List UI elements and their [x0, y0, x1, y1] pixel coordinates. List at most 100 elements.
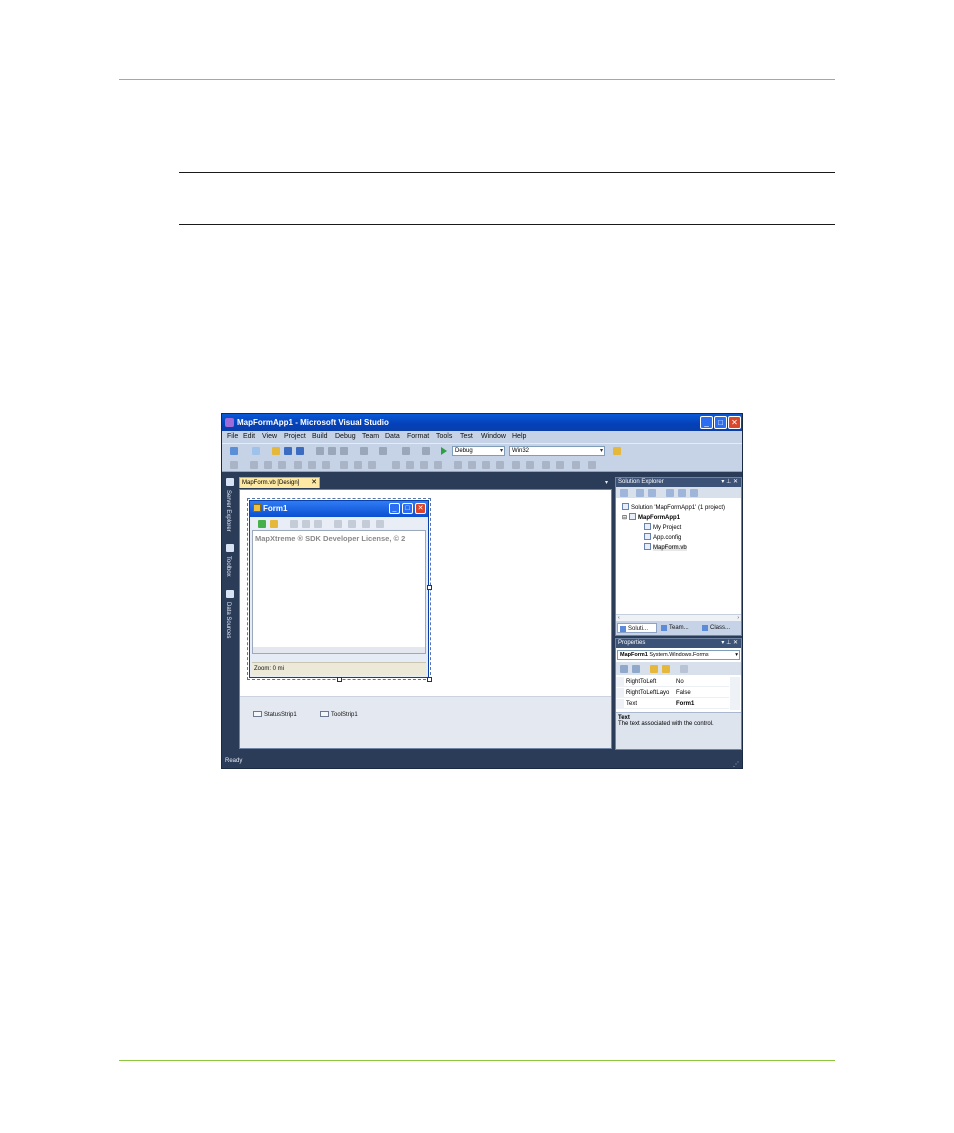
make-same-width-icon[interactable]: [340, 461, 348, 469]
menu-format[interactable]: Format: [407, 433, 429, 440]
zoom-in-icon[interactable]: [290, 520, 298, 528]
bring-to-front-icon[interactable]: [542, 461, 550, 469]
tab-class-view[interactable]: Class...: [700, 623, 740, 633]
solution-config-select[interactable]: Debug ▾: [452, 446, 505, 456]
tree-mapform[interactable]: MapForm.vb: [644, 543, 687, 551]
class-diagram-icon[interactable]: [690, 489, 698, 497]
active-files-dropdown-icon[interactable]: ▾: [605, 479, 608, 486]
view-designer-icon[interactable]: [678, 489, 686, 497]
menu-help[interactable]: Help: [512, 433, 526, 440]
property-value[interactable]: False: [676, 688, 691, 698]
menu-tools[interactable]: Tools: [436, 433, 452, 440]
remove-vspacing-icon[interactable]: [496, 461, 504, 469]
menu-test[interactable]: Test: [460, 433, 473, 440]
vertical-spacing-icon[interactable]: [454, 461, 462, 469]
tab-solution-explorer[interactable]: Soluti...: [617, 623, 657, 633]
center-horizontally-icon[interactable]: [512, 461, 520, 469]
navigate-forward-icon[interactable]: [422, 447, 430, 455]
menu-project[interactable]: Project: [284, 433, 306, 440]
select-arrow-icon[interactable]: [334, 520, 342, 528]
make-same-size-icon[interactable]: [368, 461, 376, 469]
menu-team[interactable]: Team: [362, 433, 379, 440]
remove-spacing-icon[interactable]: [434, 461, 442, 469]
resize-grip-icon[interactable]: ⋰: [733, 759, 739, 768]
menu-data[interactable]: Data: [385, 433, 400, 440]
align-lefts-icon[interactable]: [250, 461, 258, 469]
start-debugging-icon[interactable]: [441, 447, 447, 455]
form1-window[interactable]: Form1 _ □ ✕ MapXtreme ® SDK Developer Li…: [247, 498, 431, 680]
form-designer-surface[interactable]: Form1 _ □ ✕ MapXtreme ® SDK Developer Li…: [239, 489, 612, 749]
form-close-button[interactable]: ✕: [415, 503, 426, 514]
select-radius-icon[interactable]: [348, 520, 356, 528]
tab-team-explorer[interactable]: Team...: [659, 623, 699, 633]
menu-build[interactable]: Build: [312, 433, 328, 440]
decrease-vspacing-icon[interactable]: [482, 461, 490, 469]
undo-icon[interactable]: [360, 447, 368, 455]
select-polygon-icon[interactable]: [362, 520, 370, 528]
redo-icon[interactable]: [379, 447, 387, 455]
decrease-spacing-icon[interactable]: [420, 461, 428, 469]
close-button[interactable]: ✕: [728, 416, 741, 429]
close-tab-icon[interactable]: ✕: [311, 478, 317, 488]
send-to-back-icon[interactable]: [556, 461, 564, 469]
add-layer-icon[interactable]: [258, 520, 266, 528]
tree-app-config[interactable]: App.config: [644, 533, 681, 541]
refresh-icon[interactable]: [648, 489, 656, 497]
property-row[interactable]: RightToLeftLayo False: [616, 688, 729, 698]
categorized-icon[interactable]: [620, 665, 628, 673]
lock-controls-icon[interactable]: [572, 461, 580, 469]
copy-icon[interactable]: [328, 447, 336, 455]
resize-handle-right[interactable]: [427, 585, 432, 590]
alphabetical-icon[interactable]: [632, 665, 640, 673]
layer-control-icon[interactable]: [270, 520, 278, 528]
tray-statusstrip1[interactable]: StatusStrip1: [253, 711, 297, 718]
menu-window[interactable]: Window: [481, 433, 506, 440]
tree-project[interactable]: ⊟ MapFormApp1: [622, 513, 680, 521]
save-all-icon[interactable]: [296, 447, 304, 455]
properties-view-icon[interactable]: [650, 665, 658, 673]
collapse-icon[interactable]: ⊟: [622, 515, 627, 521]
map-control[interactable]: MapXtreme ® SDK Developer License, © 2: [252, 530, 426, 654]
center-vertically-icon[interactable]: [526, 461, 534, 469]
menu-debug[interactable]: Debug: [335, 433, 356, 440]
events-icon[interactable]: [662, 665, 670, 673]
view-code-icon[interactable]: [666, 489, 674, 497]
open-folder-icon[interactable]: [272, 447, 280, 455]
new-project-icon[interactable]: [230, 447, 238, 455]
make-same-height-icon[interactable]: [354, 461, 362, 469]
increase-spacing-icon[interactable]: [406, 461, 414, 469]
menu-edit[interactable]: Edit: [243, 433, 255, 440]
property-row[interactable]: RightToLeft No: [616, 677, 729, 687]
align-grid-icon[interactable]: [230, 461, 238, 469]
resize-handle-corner[interactable]: [427, 677, 432, 682]
increase-vspacing-icon[interactable]: [468, 461, 476, 469]
tray-toolstrip1[interactable]: ToolStrip1: [320, 711, 358, 718]
pin-close-icons[interactable]: ▾ ⊥ ✕: [721, 639, 738, 648]
property-pages-icon[interactable]: [680, 665, 688, 673]
save-icon[interactable]: [284, 447, 292, 455]
align-rights-icon[interactable]: [278, 461, 286, 469]
pin-close-icons[interactable]: ▾ ⊥ ✕: [721, 478, 738, 487]
document-tab-mapform-design[interactable]: MapForm.vb [Design] ✕: [239, 477, 320, 488]
properties-icon[interactable]: [620, 489, 628, 497]
cut-icon[interactable]: [316, 447, 324, 455]
show-all-files-icon[interactable]: [636, 489, 644, 497]
tree-solution[interactable]: Solution 'MapFormApp1' (1 project): [622, 503, 725, 511]
paste-icon[interactable]: [340, 447, 348, 455]
form-maximize-button[interactable]: □: [402, 503, 413, 514]
align-tops-icon[interactable]: [294, 461, 302, 469]
toolbox-tab[interactable]: Toolbox: [225, 556, 231, 577]
solution-explorer-scrollbar[interactable]: ‹ ›: [616, 614, 741, 621]
tab-order-icon[interactable]: [588, 461, 596, 469]
navigate-icon[interactable]: [402, 447, 410, 455]
add-item-icon[interactable]: [252, 447, 260, 455]
platform-select[interactable]: Win32 ▾: [509, 446, 605, 456]
property-value[interactable]: No: [676, 677, 684, 687]
maximize-button[interactable]: □: [714, 416, 727, 429]
align-centers-icon[interactable]: [264, 461, 272, 469]
zoom-out-icon[interactable]: [302, 520, 310, 528]
resize-handle-bottom[interactable]: [337, 677, 342, 682]
property-value[interactable]: Form1: [676, 699, 694, 709]
find-icon[interactable]: [613, 447, 621, 455]
server-explorer-tab[interactable]: Server Explorer: [225, 490, 231, 532]
